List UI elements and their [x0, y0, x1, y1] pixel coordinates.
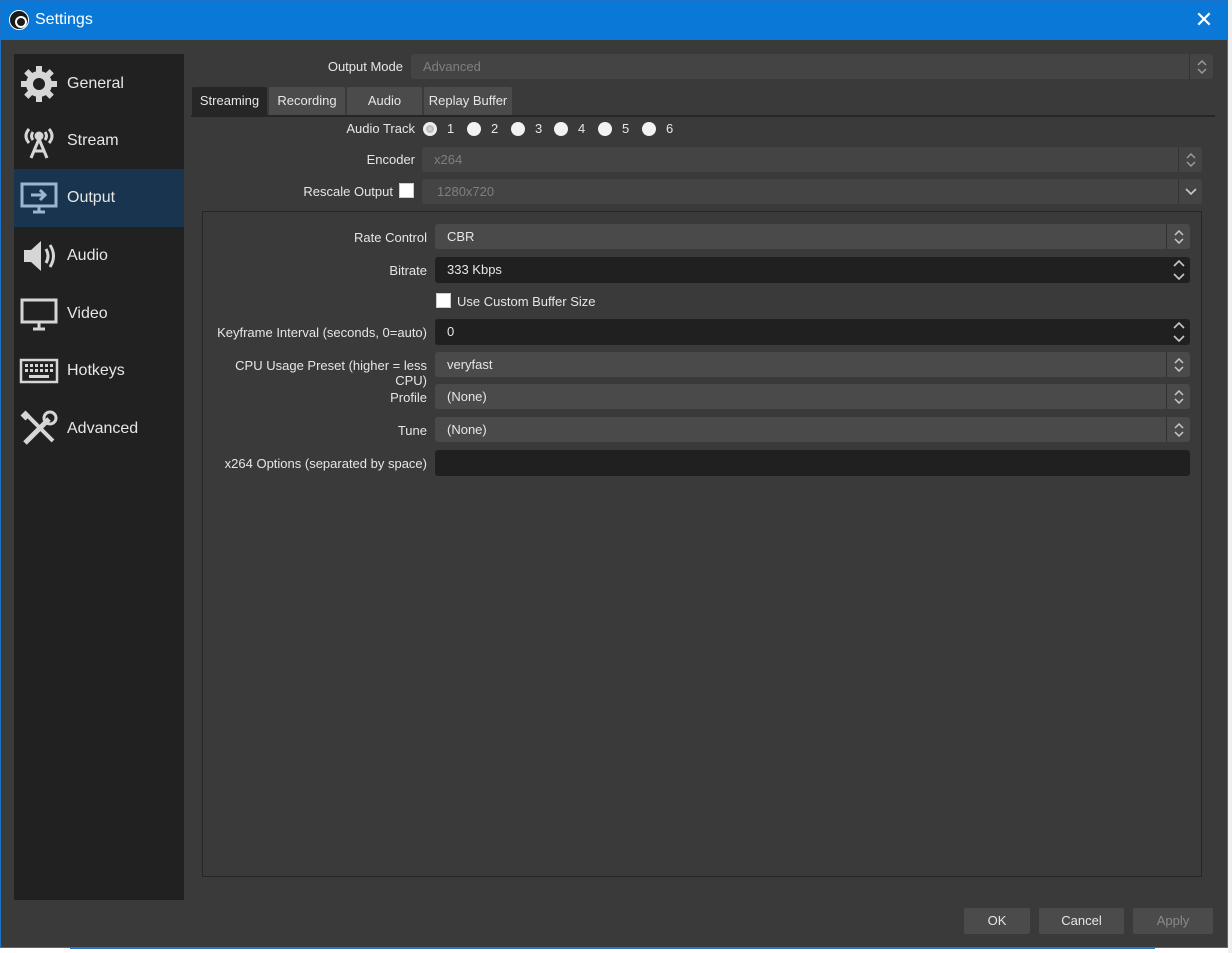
sidebar-item-stream[interactable]: Stream [14, 112, 184, 170]
chevron-updown-icon [1166, 224, 1190, 249]
rescale-resolution-select[interactable]: 1280x720 [422, 179, 1202, 204]
sidebar-item-advanced[interactable]: Advanced [14, 400, 184, 458]
profile-label: Profile [390, 390, 427, 405]
rate-control-select[interactable]: CBR [435, 224, 1190, 249]
rate-control-label: Rate Control [354, 230, 427, 245]
output-mode-select[interactable]: Advanced [411, 54, 1213, 79]
tools-icon [18, 408, 60, 450]
chevron-updown-icon [1166, 417, 1190, 442]
sidebar-item-video[interactable]: Video [14, 285, 184, 343]
audio-track-radios: 1 2 3 4 5 6 [423, 121, 723, 137]
tab-replay-buffer[interactable]: Replay Buffer [424, 87, 512, 115]
profile-select[interactable]: (None) [435, 384, 1190, 409]
custom-buffer-checkbox[interactable] [436, 293, 451, 308]
sidebar-item-hotkeys[interactable]: Hotkeys [14, 342, 184, 400]
cpu-preset-label: CPU Usage Preset (higher = less CPU) [235, 358, 427, 388]
sidebar-item-label: Advanced [67, 420, 139, 437]
audio-track-radio-5[interactable]: 5 [598, 121, 629, 136]
chevron-updown-icon [1166, 384, 1190, 409]
obs-logo-icon [9, 10, 29, 30]
sidebar-item-label: Hotkeys [67, 362, 125, 379]
sidebar-item-output[interactable]: Output [14, 169, 184, 227]
rescale-output-checkbox[interactable] [399, 183, 414, 198]
gear-icon [18, 63, 60, 105]
sidebar-item-audio[interactable]: Audio [14, 227, 184, 285]
window-title: Settings [35, 11, 93, 28]
cancel-button[interactable]: Cancel [1039, 908, 1124, 934]
bitrate-label: Bitrate [389, 263, 427, 278]
settings-window: Settings ✕ General Stream Output Audio V… [0, 0, 1228, 948]
tune-label: Tune [397, 423, 427, 438]
tab-streaming[interactable]: Streaming [192, 87, 267, 115]
keyboard-icon [18, 350, 60, 392]
custom-buffer-label: Use Custom Buffer Size [457, 294, 596, 309]
output-settings-panel: Output Mode Advanced Streaming Recording… [191, 54, 1221, 934]
background-window-edge [70, 947, 1155, 949]
sidebar-item-label: Stream [67, 132, 119, 149]
monitor-icon [18, 293, 60, 335]
speaker-icon [18, 235, 60, 277]
increment-icon[interactable] [1168, 319, 1190, 332]
audio-track-radio-3[interactable]: 3 [511, 121, 542, 136]
tune-select[interactable]: (None) [435, 417, 1190, 442]
chevron-updown-icon [1189, 54, 1213, 79]
chevron-updown-icon [1166, 352, 1190, 377]
settings-sidebar: General Stream Output Audio Video Hotkey… [14, 54, 184, 900]
audio-track-radio-1[interactable]: 1 [423, 121, 454, 136]
ok-button[interactable]: OK [964, 908, 1030, 934]
sidebar-item-label: Output [67, 189, 116, 206]
tab-recording[interactable]: Recording [269, 87, 345, 115]
decrement-icon[interactable] [1168, 332, 1190, 345]
audio-track-label: Audio Track [346, 121, 415, 136]
output-monitor-icon [18, 177, 60, 219]
encoder-select[interactable]: x264 [422, 147, 1202, 172]
chevron-down-icon [1178, 179, 1202, 204]
sidebar-item-label: General [67, 75, 124, 92]
decrement-icon[interactable] [1168, 270, 1190, 283]
encoder-label: Encoder [366, 152, 415, 167]
audio-track-radio-6[interactable]: 6 [642, 121, 673, 136]
output-mode-label: Output Mode [327, 59, 403, 74]
apply-button[interactable]: Apply [1133, 908, 1213, 934]
increment-icon[interactable] [1168, 257, 1190, 270]
keyframe-interval-label: Keyframe Interval (seconds, 0=auto) [217, 325, 427, 340]
x264-options-input[interactable] [435, 450, 1190, 476]
sidebar-item-general[interactable]: General [14, 55, 184, 113]
audio-track-radio-2[interactable]: 2 [467, 121, 498, 136]
title-bar: Settings ✕ [1, 1, 1227, 40]
audio-track-radio-4[interactable]: 4 [554, 121, 585, 136]
encoder-settings-group: Rate Control CBR Bitrate 333 Kbps Use Cu… [202, 211, 1202, 877]
x264-options-label: x264 Options (separated by space) [224, 456, 427, 471]
antenna-icon [18, 120, 60, 162]
sidebar-item-label: Audio [67, 247, 108, 264]
tab-audio[interactable]: Audio [347, 87, 422, 115]
sidebar-item-label: Video [67, 305, 108, 322]
keyframe-interval-input[interactable]: 0 [435, 319, 1190, 345]
background-window-edge [1228, 0, 1232, 953]
output-tabs: Streaming Recording Audio Replay Buffer [191, 87, 1215, 117]
close-icon[interactable]: ✕ [1191, 7, 1217, 33]
chevron-updown-icon [1178, 147, 1202, 172]
rescale-output-label: Rescale Output [303, 184, 393, 199]
bitrate-input[interactable]: 333 Kbps [435, 257, 1190, 283]
cpu-preset-select[interactable]: veryfast [435, 352, 1190, 377]
